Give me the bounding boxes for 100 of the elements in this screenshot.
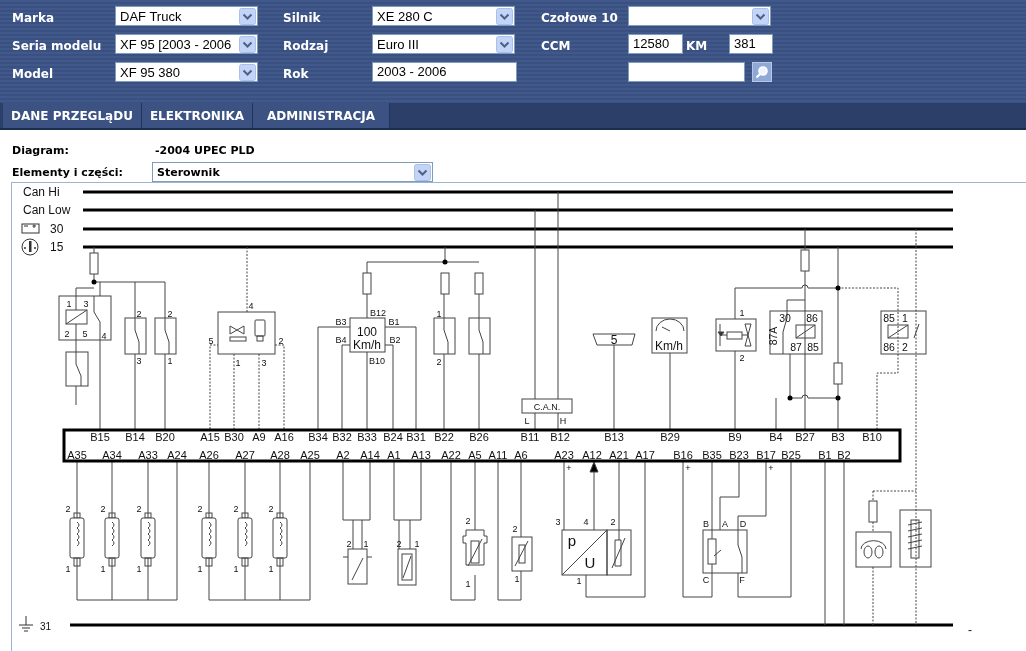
pin-number: 1 [902,312,908,324]
pin-number: 1 [167,356,173,366]
ground-icon [18,615,34,632]
pin-label: A27 [235,449,255,461]
pin-label: B35 [702,449,722,461]
pin-number: 2 [64,329,70,339]
ground-label: 31 [40,621,52,632]
polarity-mark: + [768,463,774,473]
pin-number: Km/h [655,339,683,353]
unit-label: KM [686,38,709,53]
pin-number: 2 [136,504,142,514]
search-field[interactable] [628,62,745,82]
pin-number: 3 [83,299,89,309]
pin-label: A26 [199,449,219,461]
pin-label: B31 [406,431,426,443]
dropdown[interactable]: XF 95 [2003 - 2006 [115,34,258,54]
field-label: Silnik [283,10,322,25]
pin-label: B14 [125,431,145,443]
pin-number: 5 [610,333,618,347]
pin-number: 2 [233,504,239,514]
number-field[interactable]: 12580 [628,34,683,54]
pin-number: 1 [233,564,239,574]
search-button[interactable] [752,62,772,82]
number-field[interactable]: 381 [729,34,773,54]
pin-label: A25 [300,449,320,461]
pin-label: A28 [270,449,290,461]
dropdown[interactable]: XF 95 380 [115,62,258,82]
pin-label: A34 [102,449,122,461]
bus-label: 15 [50,240,64,254]
pin-label: A2 [336,449,350,461]
pin-label: A16 [274,431,294,443]
pin-label: A5 [468,449,482,461]
nav-tab[interactable]: ADMINISTRACJA [252,103,391,128]
field-label: CCM [541,38,572,53]
pin-label: A33 [138,449,158,461]
field-label: Diagram: [12,143,70,157]
pin-number: 86 [883,341,895,353]
pin-label: B24 [383,431,403,443]
pin-number: 2 [739,353,745,363]
nav-tab[interactable]: ELEKTRONIKA [141,103,253,128]
dropdown[interactable]: Sterownik [152,162,433,182]
pin-number: 1 [66,299,72,309]
pin-label: B20 [155,431,175,443]
minus-mark: - [968,623,972,637]
pin-label: B16 [673,449,693,461]
pin-label: B25 [781,449,801,461]
dropdown[interactable]: XE 280 C [372,6,515,26]
pin-label: B9 [728,431,742,443]
pin-number: 1 [465,579,471,589]
pin-label: B33 [357,431,377,443]
pin-number: 87A [767,326,779,346]
pin-number: 1 [436,309,442,319]
field-label: Elementy i części: [12,165,124,179]
pin-number: B3 [335,317,347,327]
pin-number: 86 [806,312,818,324]
pin-label: B26 [469,431,489,443]
pin-label: B15 [90,431,110,443]
battery-icon [21,223,40,234]
pin-number: 5 [82,329,88,339]
pin-number: 1 [576,576,582,586]
pin-number: B4 [335,335,347,345]
pin-label: A24 [167,449,187,461]
pin-number: B12 [370,308,386,318]
pin-number: H [559,416,567,426]
pin-number: 1 [136,564,142,574]
dropdown[interactable]: Euro III [372,34,515,54]
pin-number: 2 [610,517,616,527]
pin-number: 4 [583,517,589,527]
polarity-mark: + [566,463,572,473]
pin-number: D [739,519,747,529]
pin-label: B10 [862,431,882,443]
pin-label: A6 [514,449,528,461]
dropdown[interactable] [628,6,771,26]
pin-number: 2 [100,504,106,514]
pin-number: 2 [268,504,274,514]
pin-number: 2 [197,504,203,514]
bus-label: Can Hi [23,185,60,199]
dropdown[interactable]: DAF Truck [115,6,258,26]
pin-label: A9 [252,431,266,443]
pin-label: B2 [837,449,851,461]
pin-label: A13 [411,449,431,461]
pin-number: 4 [248,301,254,311]
pin-number: 1 [739,308,745,318]
pin-number: B2 [389,335,401,345]
nav-tab[interactable]: DANE PRZEGLąDU [3,103,142,128]
pin-number: 1 [268,564,274,574]
pin-label: A35 [67,449,87,461]
pin-number: 1 [414,539,420,549]
pin-number: B10 [369,356,385,366]
bus-label: Can Low [23,203,71,217]
text-field[interactable]: 2003 - 2006 [372,62,517,82]
pin-label: A17 [635,449,655,461]
pin-label: B13 [604,431,624,443]
polarity-mark: + [685,463,691,473]
diagram-name: -2004 UPEC PLD [155,143,255,157]
pin-number: 2 [278,336,284,346]
pin-number: 2 [346,539,352,549]
pin-label: A11 [488,449,508,461]
pin-number: 1 [197,564,203,574]
field-label: Marka [12,10,56,25]
